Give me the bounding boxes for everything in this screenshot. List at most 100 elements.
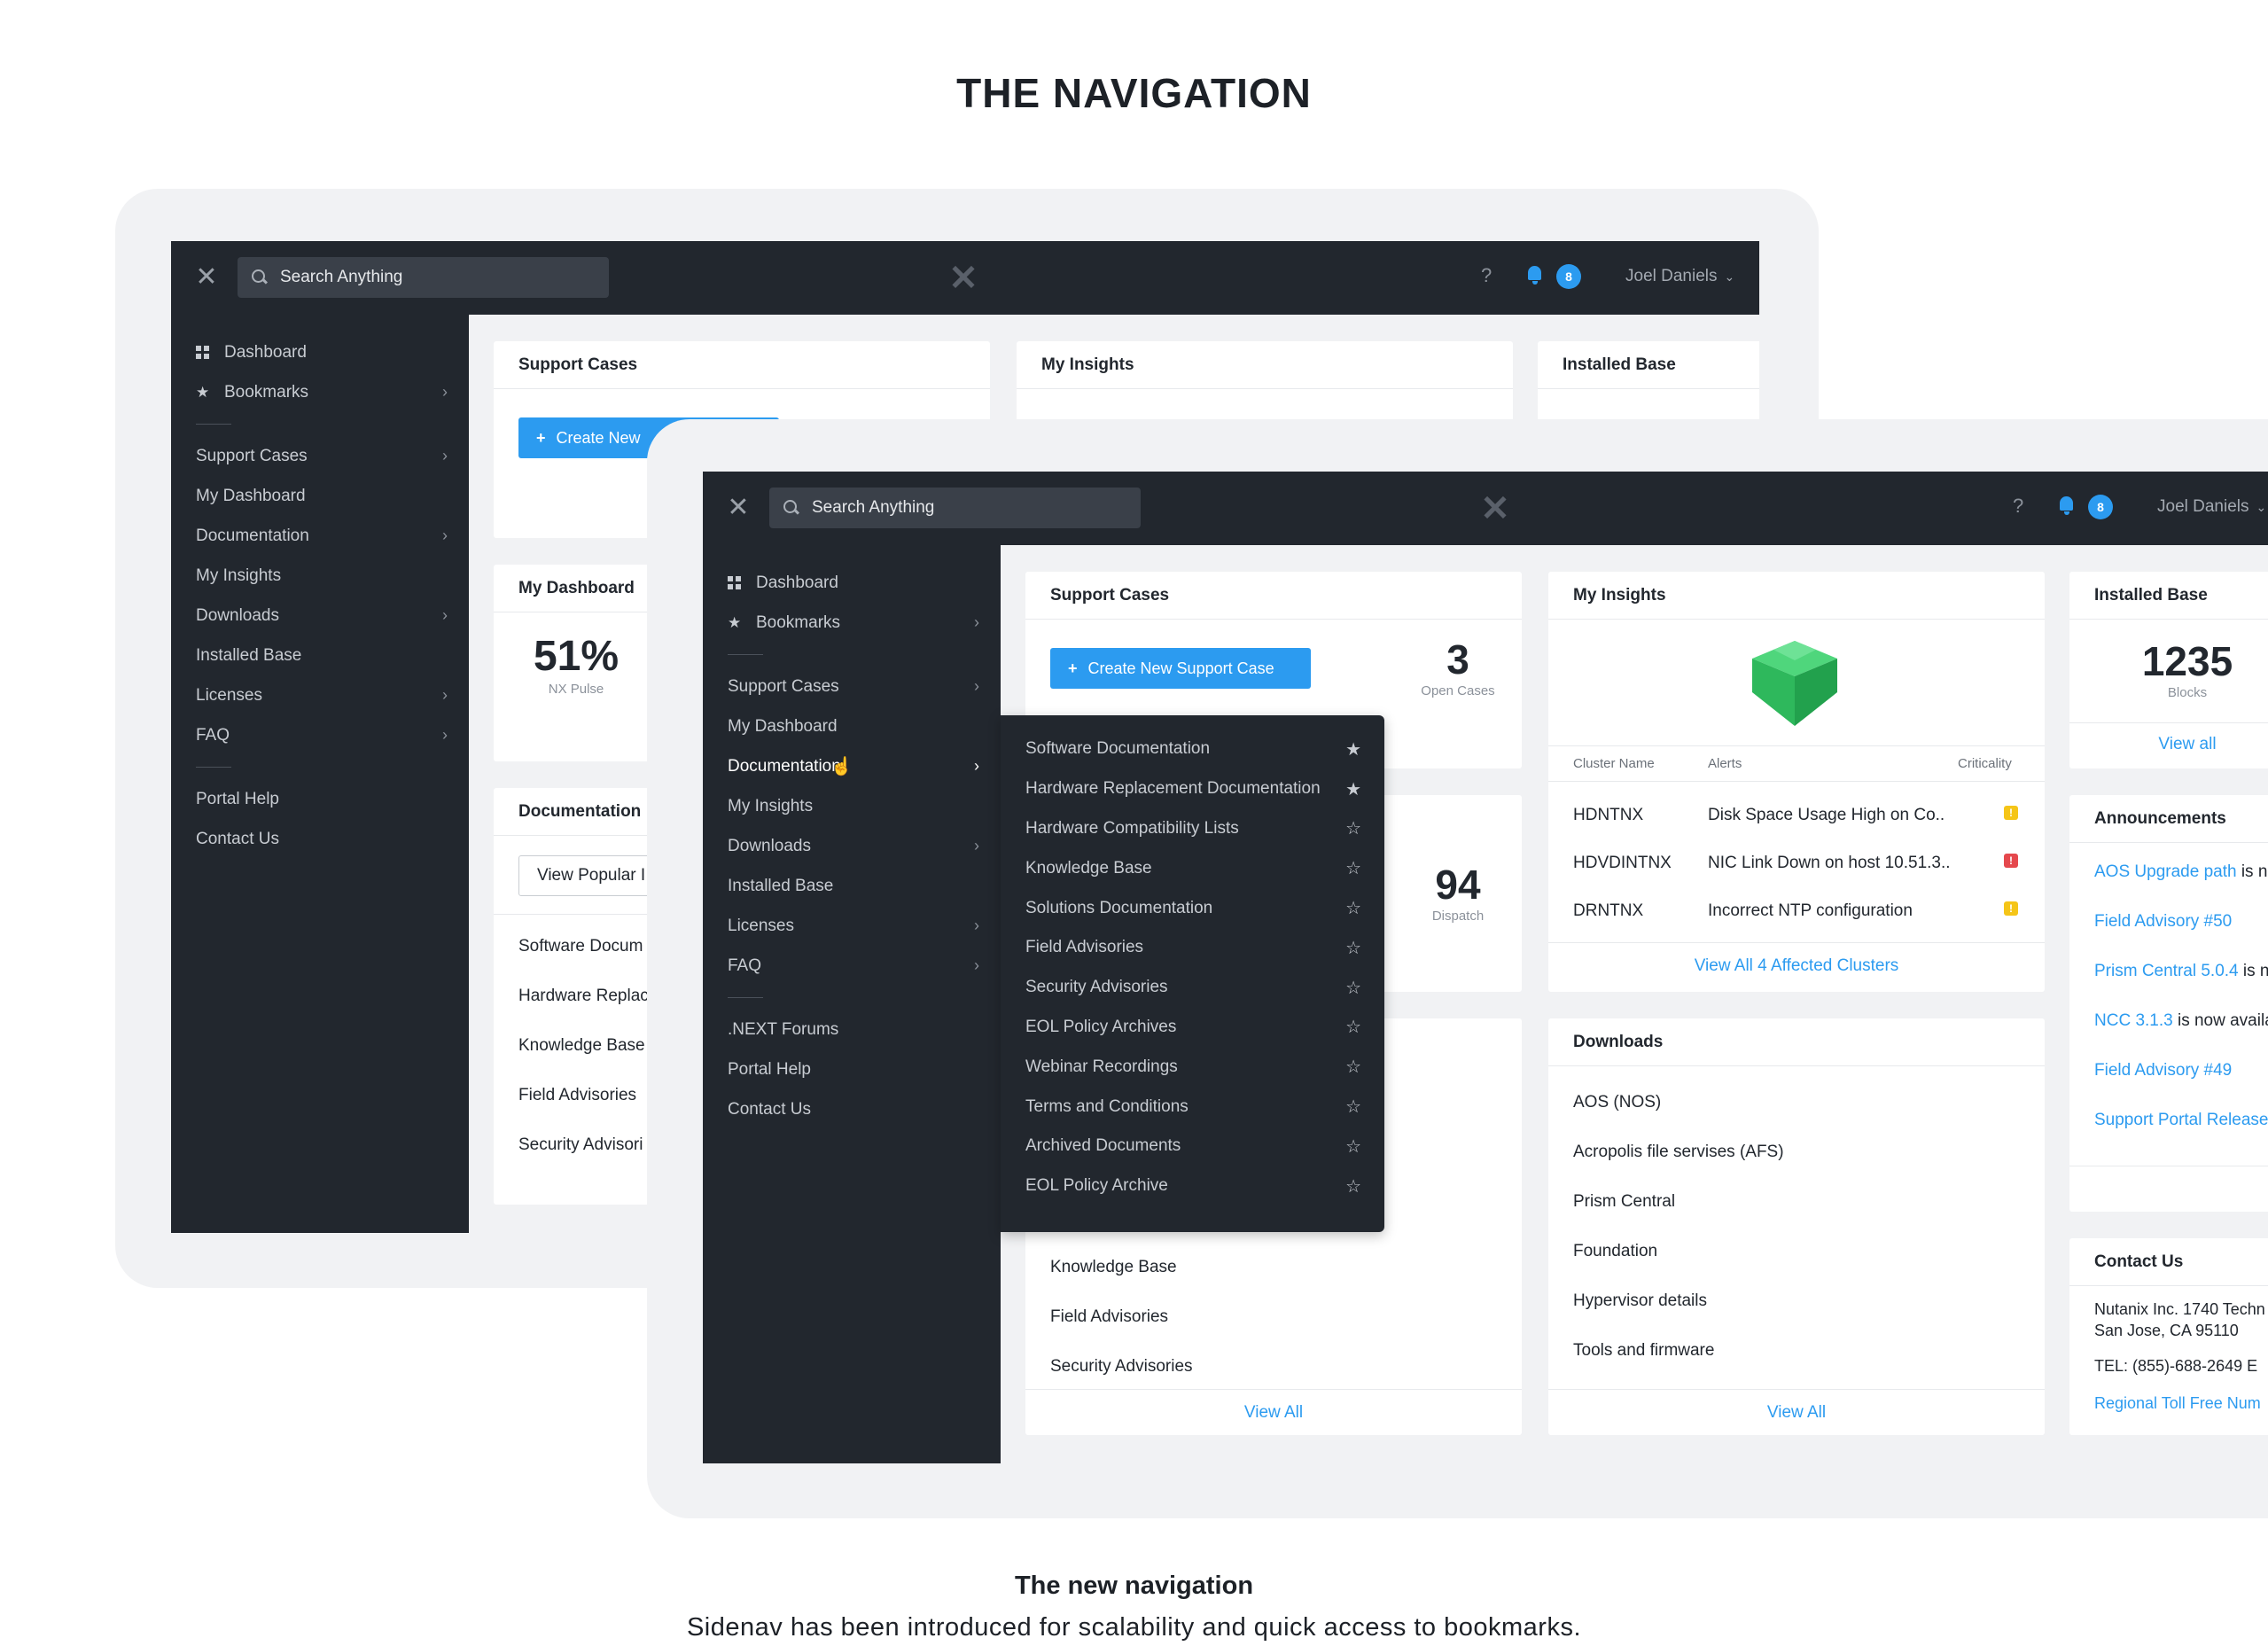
sidebar-item-licenses[interactable]: Licenses ›: [171, 675, 469, 715]
sidebar-item-bookmarks[interactable]: ★ Bookmarks ›: [171, 372, 469, 412]
list-item[interactable]: Knowledge Base: [1050, 1258, 1177, 1277]
list-item[interactable]: Field Advisories: [1050, 1307, 1168, 1327]
star-outline-icon[interactable]: ☆: [1345, 1175, 1361, 1197]
star-outline-icon[interactable]: ☆: [1345, 1135, 1361, 1158]
list-item[interactable]: Field Advisories: [518, 1086, 636, 1105]
flyout-item-label: Webinar Recordings: [1025, 1057, 1178, 1076]
star-outline-icon[interactable]: ☆: [1345, 1016, 1361, 1038]
announcement-link[interactable]: AOS Upgrade path is n: [2094, 862, 2267, 882]
sidebar-item-installed-base[interactable]: Installed Base: [703, 866, 1001, 906]
flyout-item[interactable]: Webinar Recordings ☆: [1001, 1047, 1384, 1087]
star-outline-icon[interactable]: ☆: [1345, 1056, 1361, 1078]
flyout-item[interactable]: Terms and Conditions ☆: [1001, 1087, 1384, 1127]
x-logo-icon[interactable]: ✕: [1477, 491, 1513, 527]
sidebar-item-support-cases[interactable]: Support Cases ›: [171, 436, 469, 476]
sidebar-item-bookmarks[interactable]: ★ Bookmarks ›: [703, 603, 1001, 643]
flyout-item[interactable]: EOL Policy Archive ☆: [1001, 1166, 1384, 1206]
announcement-link[interactable]: NCC 3.1.3 is now availa: [2094, 1011, 2268, 1031]
star-outline-icon[interactable]: ☆: [1345, 857, 1361, 879]
view-popular-button[interactable]: View Popular I: [518, 855, 665, 896]
sidebar-item-my-dashboard[interactable]: My Dashboard: [171, 476, 469, 516]
chevron-right-icon: ›: [974, 757, 979, 775]
cluster-alert[interactable]: NIC Link Down on host 10.51.3..: [1708, 854, 1951, 873]
sidebar-item-next-forums[interactable]: .NEXT Forums: [703, 1010, 1001, 1049]
list-item[interactable]: Foundation: [1573, 1242, 1657, 1261]
help-icon[interactable]: ?: [2013, 495, 2023, 518]
notification-badge[interactable]: 8: [1556, 264, 1581, 289]
sidebar-item-contact-us[interactable]: Contact Us: [171, 819, 469, 859]
announcement-link[interactable]: Support Portal Release: [2094, 1111, 2268, 1130]
cluster-alert[interactable]: Disk Space Usage High on Co..: [1708, 806, 1945, 825]
sidebar-item-my-dashboard[interactable]: My Dashboard: [703, 706, 1001, 746]
sidebar-item-installed-base[interactable]: Installed Base: [171, 636, 469, 675]
sidebar-item-contact-us[interactable]: Contact Us: [703, 1089, 1001, 1129]
flyout-item[interactable]: Field Advisories ☆: [1001, 928, 1384, 968]
list-item[interactable]: Prism Central: [1573, 1192, 1675, 1212]
bell-icon[interactable]: [2057, 495, 2077, 518]
sidebar-item-label: FAQ: [196, 725, 230, 745]
announcement-link[interactable]: Prism Central 5.0.4 is n: [2094, 962, 2268, 981]
sidebar-item-dashboard[interactable]: Dashboard: [171, 332, 469, 372]
cluster-name[interactable]: DRNTNX: [1573, 901, 1643, 921]
cluster-alert[interactable]: Incorrect NTP configuration: [1708, 901, 1913, 921]
sidebar-item-my-insights[interactable]: My Insights: [171, 556, 469, 596]
sidebar-item-faq[interactable]: FAQ ›: [171, 715, 469, 755]
flyout-item[interactable]: EOL Policy Archives ☆: [1001, 1008, 1384, 1048]
sidebar-item-faq[interactable]: FAQ ›: [703, 946, 1001, 986]
search-input[interactable]: Search Anything: [238, 257, 609, 298]
sidebar-item-documentation[interactable]: Documentation ›: [171, 516, 469, 556]
divider: [2069, 722, 2268, 723]
sidebar-item-licenses[interactable]: Licenses ›: [703, 906, 1001, 946]
regional-toll-free-link[interactable]: Regional Toll Free Num: [2094, 1394, 2261, 1413]
view-all-link[interactable]: View all: [2069, 735, 2268, 754]
list-item[interactable]: Hypervisor details: [1573, 1291, 1707, 1311]
flyout-item[interactable]: Security Advisories ☆: [1001, 968, 1384, 1008]
list-item[interactable]: Security Advisori: [518, 1135, 643, 1155]
view-all-link[interactable]: View All: [1548, 1403, 2045, 1423]
flyout-item[interactable]: Archived Documents ☆: [1001, 1127, 1384, 1166]
list-item[interactable]: Software Docum: [518, 937, 643, 956]
announcement-link[interactable]: Field Advisory #49: [2094, 1061, 2232, 1080]
sidebar-item-support-cases[interactable]: Support Cases ›: [703, 667, 1001, 706]
list-item[interactable]: Security Advisories: [1050, 1357, 1193, 1377]
flyout-item[interactable]: Hardware Replacement Documentation ★: [1001, 769, 1384, 809]
list-item[interactable]: Tools and firmware: [1573, 1341, 1714, 1361]
bell-icon[interactable]: [1525, 264, 1545, 287]
flyout-item[interactable]: Hardware Compatibility Lists ☆: [1001, 809, 1384, 849]
star-outline-icon[interactable]: ☆: [1345, 897, 1361, 919]
flyout-item[interactable]: Knowledge Base ☆: [1001, 848, 1384, 888]
star-outline-icon[interactable]: ☆: [1345, 937, 1361, 959]
view-affected-clusters-link[interactable]: View All 4 Affected Clusters: [1548, 956, 2045, 976]
notification-badge[interactable]: 8: [2088, 495, 2113, 519]
search-input[interactable]: Search Anything: [769, 488, 1141, 528]
cluster-name[interactable]: HDVDINTNX: [1573, 854, 1672, 873]
sidebar-item-documentation[interactable]: Documentation ☝ ›: [703, 746, 1001, 786]
sidebar-item-portal-help[interactable]: Portal Help: [703, 1049, 1001, 1089]
user-menu[interactable]: Joel Daniels ⌄: [2157, 497, 2266, 517]
help-icon[interactable]: ?: [1481, 264, 1492, 287]
star-outline-icon[interactable]: ☆: [1345, 1096, 1361, 1118]
list-item[interactable]: AOS (NOS): [1573, 1093, 1661, 1112]
close-icon[interactable]: ✕: [725, 495, 752, 521]
user-menu[interactable]: Joel Daniels ⌄: [1625, 267, 1734, 286]
flyout-item[interactable]: Solutions Documentation ☆: [1001, 888, 1384, 928]
x-logo-icon[interactable]: ✕: [946, 261, 981, 296]
sidebar-item-downloads[interactable]: Downloads ›: [703, 826, 1001, 866]
create-support-case-button[interactable]: + Create New Support Case: [1050, 648, 1311, 689]
star-filled-icon[interactable]: ★: [1345, 738, 1361, 761]
announcement-link[interactable]: Field Advisory #50: [2094, 912, 2232, 932]
close-icon[interactable]: ✕: [193, 264, 220, 291]
view-all-link[interactable]: View All: [1025, 1403, 1522, 1423]
flyout-item[interactable]: Software Documentation ★: [1001, 729, 1384, 769]
sidebar-item-dashboard[interactable]: Dashboard: [703, 563, 1001, 603]
list-item[interactable]: Acropolis file servises (AFS): [1573, 1143, 1784, 1162]
list-item[interactable]: Knowledge Base: [518, 1036, 645, 1056]
cluster-name[interactable]: HDNTNX: [1573, 806, 1643, 825]
sidebar-item-portal-help[interactable]: Portal Help: [171, 779, 469, 819]
star-outline-icon[interactable]: ☆: [1345, 817, 1361, 839]
list-item[interactable]: Hardware Replac: [518, 987, 649, 1006]
sidebar-item-downloads[interactable]: Downloads ›: [171, 596, 469, 636]
star-filled-icon[interactable]: ★: [1345, 778, 1361, 800]
sidebar-item-my-insights[interactable]: My Insights: [703, 786, 1001, 826]
star-outline-icon[interactable]: ☆: [1345, 977, 1361, 999]
